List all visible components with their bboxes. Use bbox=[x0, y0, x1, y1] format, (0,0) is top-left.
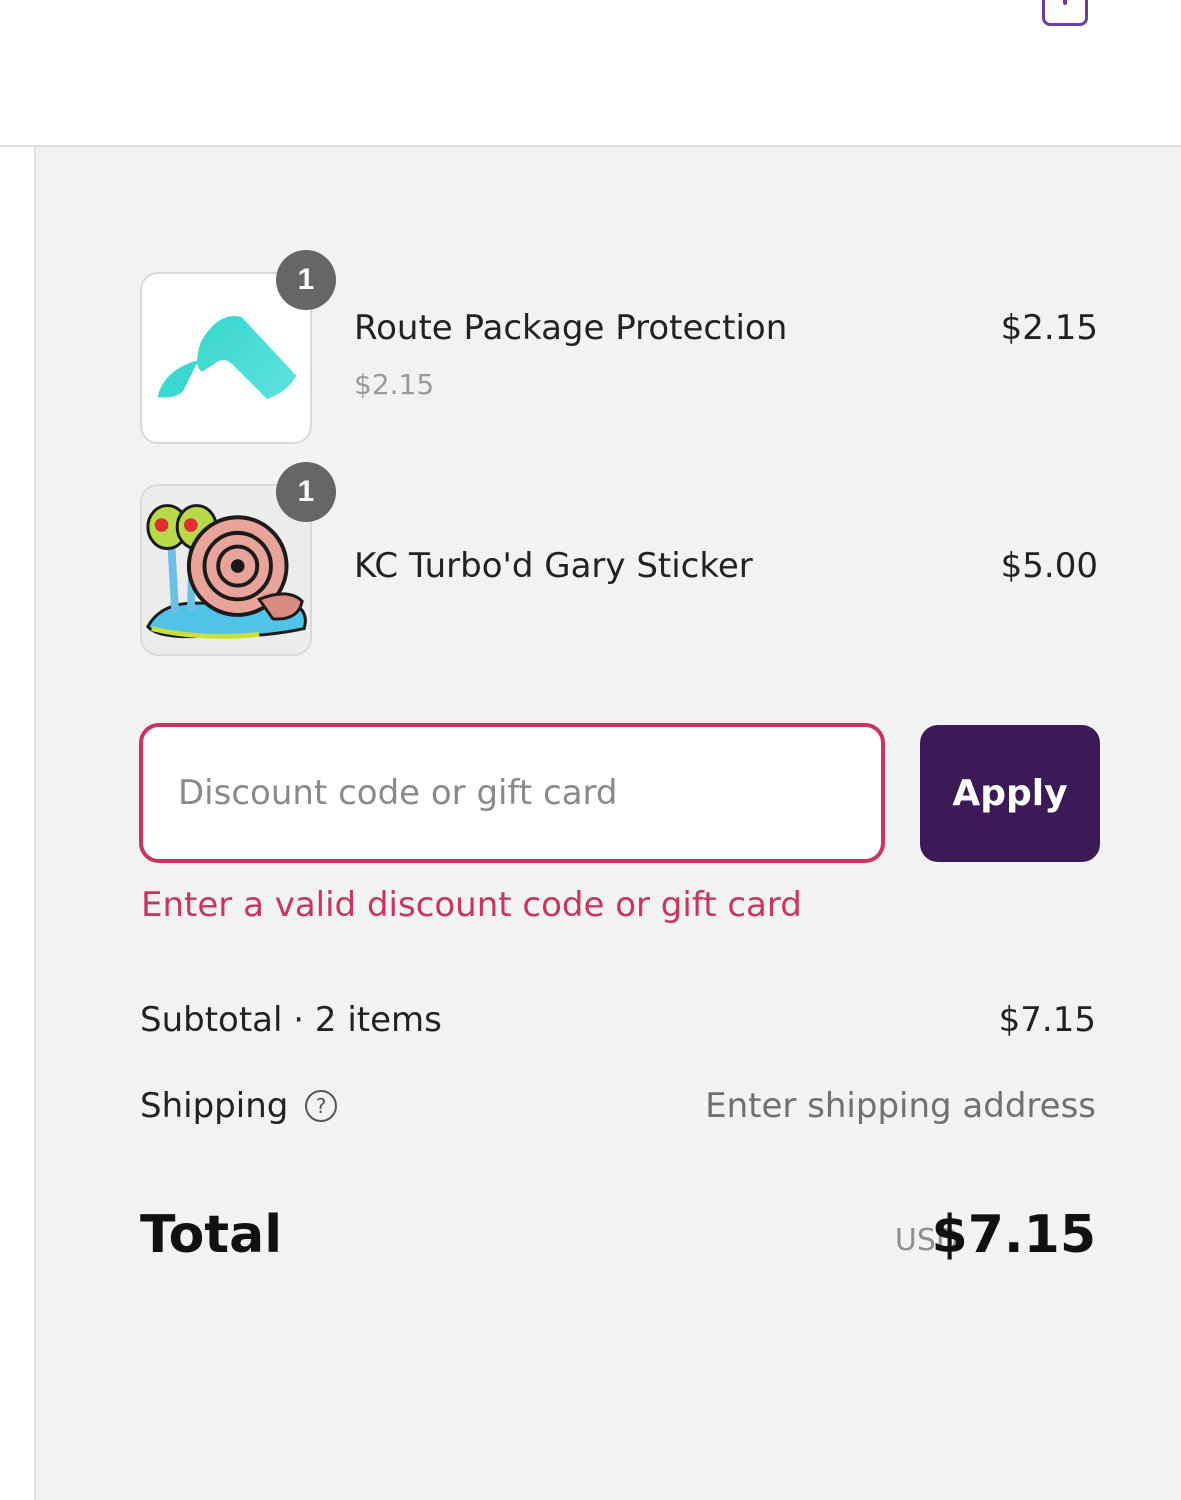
line-item: 1 Route Package Protection $2.15 $2.15 bbox=[140, 250, 1098, 444]
item-unit-price: $2.15 bbox=[354, 368, 435, 401]
discount-error-message: Enter a valid discount code or gift card bbox=[141, 885, 802, 925]
question-circle-icon[interactable]: ? bbox=[305, 1090, 337, 1122]
quantity-badge: 1 bbox=[276, 462, 336, 522]
shipping-value: Enter shipping address bbox=[705, 1086, 1096, 1126]
top-header bbox=[0, 0, 1181, 147]
discount-code-input[interactable] bbox=[139, 723, 885, 863]
total-label: Total bbox=[140, 1205, 283, 1265]
item-name: Route Package Protection bbox=[354, 308, 788, 348]
item-price: $2.15 bbox=[1000, 308, 1098, 348]
line-item: 1 KC Turbo'd Gary Sticker $5.00 bbox=[140, 462, 1098, 656]
bag-icon[interactable] bbox=[1042, 0, 1088, 26]
subtotal-value: $7.15 bbox=[998, 1000, 1096, 1040]
item-price: $5.00 bbox=[1000, 546, 1098, 586]
subtotal-label: Subtotal · 2 items bbox=[140, 1000, 442, 1040]
total-value: $7.15 bbox=[931, 1205, 1096, 1265]
product-thumbnail: 1 bbox=[140, 250, 336, 444]
shipping-label: Shipping bbox=[140, 1086, 289, 1126]
apply-button[interactable]: Apply bbox=[920, 725, 1100, 862]
left-column bbox=[0, 147, 36, 1500]
quantity-badge: 1 bbox=[276, 250, 336, 310]
product-thumbnail: 1 bbox=[140, 462, 336, 656]
item-name: KC Turbo'd Gary Sticker bbox=[354, 546, 753, 586]
